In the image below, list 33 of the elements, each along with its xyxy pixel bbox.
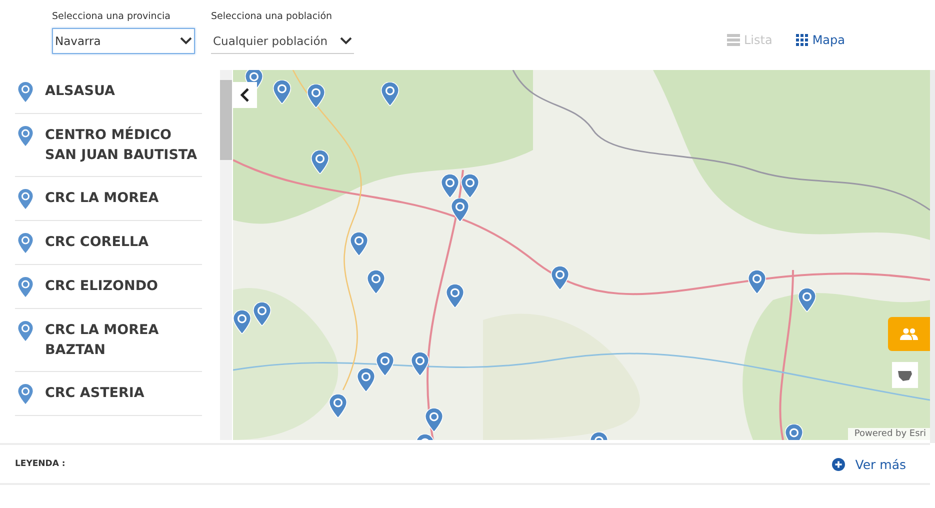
center-item[interactable]: CRC CORELLA	[15, 221, 202, 265]
people-button[interactable]	[888, 317, 930, 351]
filter-label: Selecciona una población	[211, 11, 334, 22]
list-icon	[726, 34, 740, 46]
map-pin-icon	[18, 233, 33, 253]
center-item[interactable]: CRC ELIZONDO	[15, 265, 202, 309]
center-item[interactable]: CRC LA MOREA BAZTAN	[15, 309, 202, 372]
scrollbar[interactable]	[930, 70, 935, 443]
center-item[interactable]: CENTRO MÉDICO SAN JUAN BAUTISTA	[15, 114, 202, 177]
grid-icon	[796, 34, 808, 46]
center-item[interactable]: CRC LA MOREA	[15, 177, 202, 221]
map-pin-icon	[18, 384, 33, 404]
people-icon	[900, 328, 918, 340]
map-pin-icon	[18, 82, 33, 102]
center-item[interactable]: CRC ASTERIA	[15, 372, 202, 416]
view-toggle[interactable]: Mapa	[796, 33, 845, 47]
overview-map-button[interactable]	[892, 362, 918, 388]
chevron-left-icon	[240, 88, 250, 102]
map-pin-icon	[18, 277, 33, 297]
see-more-link[interactable]: Ver más	[832, 456, 906, 472]
chevron-down-icon	[180, 37, 192, 45]
chevron-down-icon	[340, 36, 352, 44]
map-pin-icon	[18, 189, 33, 209]
plus-circle-icon	[832, 458, 846, 470]
center-item[interactable]: ALSASUA	[15, 70, 202, 114]
scrollbar[interactable]	[220, 70, 232, 440]
legend-label: LEYENDA :	[15, 459, 66, 469]
dropdown[interactable]: Navarra	[52, 28, 195, 54]
map-pin-icon	[18, 126, 33, 146]
map-pin-icon	[18, 321, 33, 341]
collapse-button[interactable]	[233, 82, 257, 108]
map-attribution: Powered by Esri	[848, 428, 930, 440]
filter-label: Selecciona una provincia	[52, 11, 172, 22]
